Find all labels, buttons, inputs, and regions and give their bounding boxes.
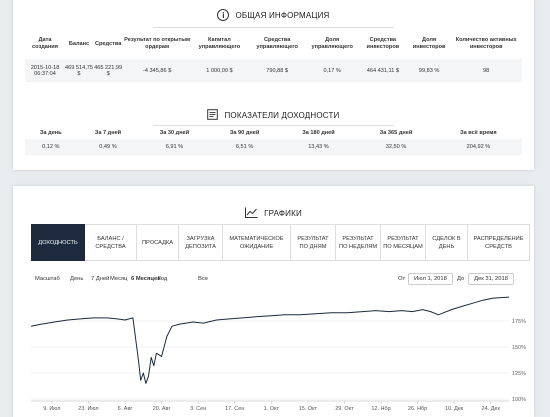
table-cell: 0,12 %: [42, 144, 60, 150]
to-date-input[interactable]: Дек 31, 2018: [468, 273, 514, 285]
charts-card: ГРАФИКИ ДОХОДНОСТЬ БАЛАНС / СРЕДСТВА ПРОСА…: [13, 186, 534, 417]
table-cell: 32,50 %: [385, 144, 407, 150]
column-header: Средства: [94, 40, 122, 47]
zoom-label: Масштаб: [35, 276, 60, 282]
general-info-header: i ОБЩАЯ ИНФОРМАЦИЯ: [13, 6, 534, 24]
column-header: За 90 дней: [229, 129, 260, 136]
tab-2[interactable]: ПРОСАДКА: [137, 224, 179, 261]
tab-4[interactable]: МАТЕМАТИЧЕСКОЕ ОЖИДАНИЕ: [223, 224, 291, 261]
column-header: Количество активных инвесторов: [455, 37, 517, 50]
divider: [153, 125, 394, 126]
x-tick-label: 20. Авг: [153, 406, 171, 412]
x-tick-label: 29. Окт: [335, 406, 354, 412]
tab-9[interactable]: РАСПРЕДЕЛЕНИЕ СРЕДСТВ: [468, 224, 530, 261]
table-cell: 464 431,11 $: [366, 67, 399, 74]
x-tick-label: 3. Сен: [190, 406, 206, 412]
x-tick-label: 1. Окт: [264, 406, 280, 412]
table-cell: 204,92 %: [466, 144, 491, 150]
column-header: За всё время: [460, 129, 497, 136]
returns-line-chart: 100% 125% 150% 175% 9. Июл 23. Июл 6. Авг 20. А…: [30, 296, 526, 412]
table-cell: 790,88 $: [266, 67, 289, 74]
chart-tabs: ДОХОДНОСТЬ БАЛАНС / СРЕДСТВА ПРОСАДКА ЗАГРУ…: [31, 224, 530, 261]
table-row: 2015-10-18 06:37:04 469 514,75 $465 221,9…: [25, 59, 522, 82]
column-header: За день: [39, 129, 62, 136]
column-header: Доля управляющего: [311, 37, 353, 50]
tab-5[interactable]: РЕЗУЛЬТАТ ПО ДНЯМ: [291, 224, 336, 261]
table-cell: 6,91 %: [165, 144, 184, 150]
tab-1[interactable]: БАЛАНС / СРЕДСТВА: [85, 224, 137, 261]
table-row: 0,12 % 0,49 % 6,91 % 6,51 % 13,43 % 32,50 % 20…: [25, 139, 522, 155]
from-label: От: [398, 276, 406, 282]
table-cell: 2015-10-18 06:37:04: [30, 64, 60, 77]
x-tick-label: 12. Нбр: [371, 406, 390, 412]
table-cell: 98: [483, 67, 490, 74]
chart-icon: [245, 207, 258, 220]
charts-title: ГРАФИКИ: [264, 208, 302, 218]
charts-header: ГРАФИКИ: [13, 204, 534, 222]
column-header: Баланс: [68, 40, 90, 47]
divider: [153, 27, 394, 28]
column-header: За 30 дней: [159, 129, 190, 136]
series-line: [30, 296, 510, 384]
y-tick-label: 125%: [512, 371, 526, 377]
x-tick-label: 23. Июл: [78, 406, 98, 412]
tab-0[interactable]: ДОХОДНОСТЬ: [31, 224, 85, 261]
zoom-option[interactable]: День: [70, 276, 83, 282]
x-tick-label: 17. Сен: [225, 406, 244, 412]
table-cell: 99,83 %: [418, 67, 440, 74]
x-tick-label: 10. Дек: [445, 406, 464, 412]
column-header: Дата создания: [32, 37, 58, 50]
from-date-input[interactable]: Июл 1, 2018: [408, 273, 453, 285]
y-tick-label: 150%: [512, 345, 526, 351]
table-cell: 6,51 %: [235, 144, 254, 150]
x-tick-label: 15. Окт: [299, 406, 318, 412]
zoom-option[interactable]: 6 Месяцев: [131, 276, 161, 282]
table-cell: 469 514,75 $: [65, 64, 93, 77]
returns-header: ПОКАЗАТЕЛИ ДОХОДНОСТИ: [13, 106, 534, 124]
column-header: За 365 дней: [379, 129, 413, 136]
tab-7[interactable]: РЕЗУЛЬТАТ ПО МЕСЯЦАМ: [381, 224, 426, 261]
tab-3[interactable]: ЗАГРУЗКА ДЕПОЗИТА: [179, 224, 223, 261]
y-tick-label: 100%: [512, 397, 526, 403]
zoom-option[interactable]: 7 Дней: [91, 276, 109, 282]
x-tick-label: 24. Дек: [482, 406, 501, 412]
zoom-option[interactable]: Год: [158, 276, 167, 282]
x-tick-label: 26. Нбр: [408, 406, 427, 412]
general-info-table: Дата создания Баланс Средства Результат по …: [25, 29, 522, 82]
general-info-card: i ОБЩАЯ ИНФОРМАЦИЯ Дата создания Баланс Ср…: [13, 0, 534, 170]
column-header: Средства управляющего: [256, 37, 298, 50]
table-header-row: За день За 7 дней За 30 дней За 90 дней За 1…: [25, 127, 522, 139]
returns-icon: [207, 108, 219, 122]
returns-table: За день За 7 дней За 30 дней За 90 дней За 1…: [25, 127, 522, 155]
table-header-row: Дата создания Баланс Средства Результат по …: [25, 29, 522, 59]
column-header: За 7 дней: [94, 129, 122, 136]
zoom-option[interactable]: Месяц: [110, 276, 127, 282]
table-cell: 0,49 %: [99, 144, 117, 150]
table-cell: 465 221,99 $: [94, 64, 123, 77]
table-cell: 13,43 %: [308, 144, 329, 150]
returns-title: ПОКАЗАТЕЛИ ДОХОДНОСТИ: [224, 110, 340, 120]
column-header: За 180 дней: [302, 129, 335, 136]
tab-8[interactable]: СДЕЛОК В ДЕНЬ: [426, 224, 468, 261]
tab-6[interactable]: РЕЗУЛЬТАТ ПО НЕДЕЛЯМ: [336, 224, 381, 261]
to-label: До: [457, 276, 465, 282]
general-info-title: ОБЩАЯ ИНФОРМАЦИЯ: [235, 10, 330, 20]
y-tick-label: 175%: [512, 319, 526, 325]
column-header: Капитал управляющего: [198, 37, 241, 50]
table-cell: 1 000,00 $: [206, 67, 233, 74]
x-tick-label: 6. Авг: [118, 406, 133, 412]
zoom-option[interactable]: Все: [198, 276, 208, 282]
table-cell: 0,17 %: [323, 67, 341, 74]
column-header: Результат по открытым ордерам: [124, 37, 191, 50]
table-cell: -4 345,86 $: [143, 67, 172, 74]
column-header: Средства инвесторов: [366, 37, 400, 50]
info-icon: i: [217, 9, 230, 21]
x-tick-label: 9. Июл: [43, 406, 60, 412]
column-header: Доля инвесторов: [412, 37, 446, 50]
